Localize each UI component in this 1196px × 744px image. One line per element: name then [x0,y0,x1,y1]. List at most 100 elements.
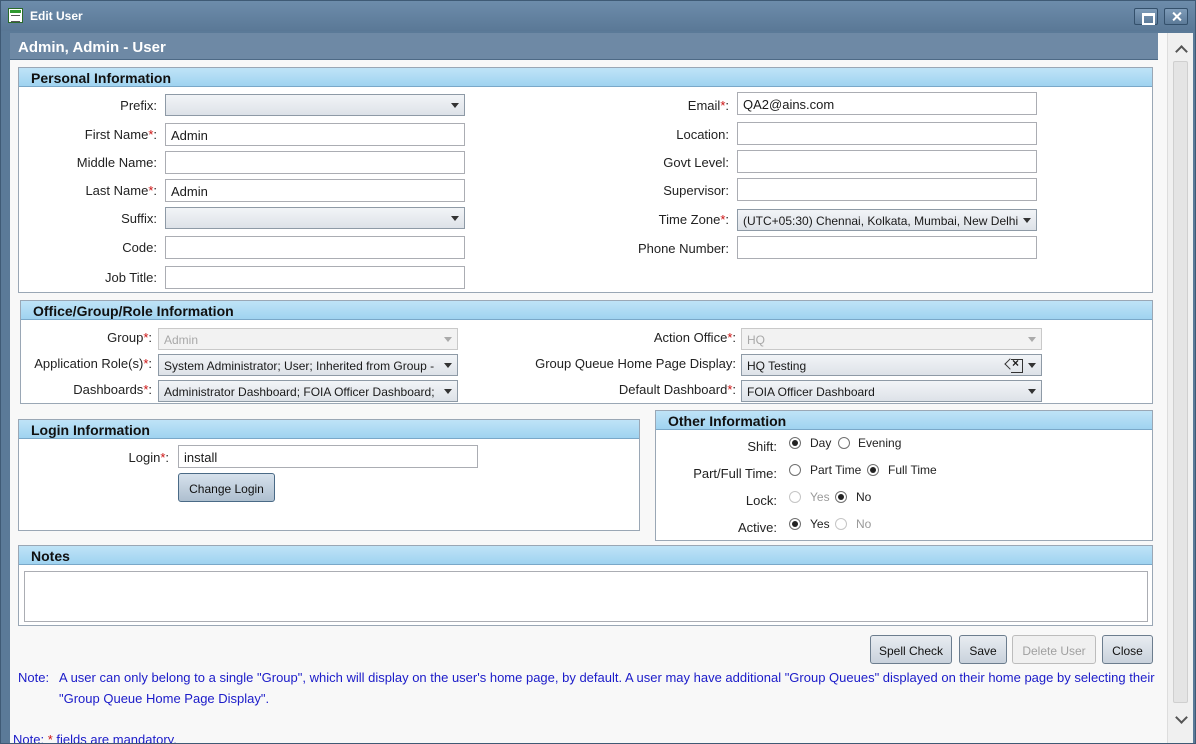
scroll-down-icon[interactable] [1175,713,1187,725]
job-title-label: Job Title: [104,270,157,285]
prefix-select[interactable] [165,94,465,116]
default-dashboard-select[interactable]: FOIA Officer Dashboard [741,380,1042,402]
dashboards-value: Administrator Dashboard; FOIA Officer Da… [164,385,435,399]
group-value: Admin [164,333,199,347]
personal-information-section: Personal Information Prefix: First Name*… [18,67,1153,293]
group-select: Admin [158,328,458,350]
clear-icon[interactable] [1004,356,1023,373]
lock-no-label: No [856,490,872,504]
chevron-down-icon [1028,363,1036,368]
section-title: Personal Information [19,68,1152,87]
edit-user-window: Edit User Admin, Admin - User Personal I… [0,0,1196,744]
action-office-select: HQ [741,328,1042,350]
chevron-down-icon [1028,337,1036,342]
supervisor-label: Supervisor: [663,183,729,198]
default-dashboard-value: FOIA Officer Dashboard [747,385,875,399]
phone-number-field[interactable] [737,236,1037,259]
chevron-down-icon [444,337,452,342]
close-window-button[interactable] [1164,8,1188,25]
group-label: Group*: [107,330,152,345]
application-roles-select[interactable]: System Administrator; User; Inherited fr… [158,354,458,376]
lock-label: Lock: [745,493,777,508]
supervisor-field[interactable] [737,178,1037,201]
login-information-section: Login Information Login*: install Change… [18,419,640,531]
shift-label: Shift: [747,439,777,454]
delete-user-button: Delete User [1012,635,1096,664]
phone-number-label: Phone Number: [637,241,729,256]
mandatory-note: Note: * fields are mandatory. [13,732,177,743]
chevron-down-icon [1023,218,1031,223]
section-title: Notes [19,546,1152,565]
first-name-field[interactable]: Admin [165,123,465,146]
window-title: Edit User [30,9,83,23]
time-zone-select[interactable]: (UTC+05:30) Chennai, Kolkata, Mumbai, Ne… [737,209,1037,231]
dashboards-select[interactable]: Administrator Dashboard; FOIA Officer Da… [158,380,458,402]
middle-name-field[interactable] [165,151,465,174]
shift-day-label: Day [810,436,832,450]
dashboards-label: Dashboards*: [73,382,152,397]
section-title: Login Information [19,420,639,439]
scroll-thumb[interactable] [1173,61,1188,703]
form-icon [8,8,23,23]
group-queue-value: HQ Testing [747,359,807,373]
email-label: Email*: [687,98,729,113]
suffix-select[interactable] [165,207,465,229]
maximize-button[interactable] [1134,8,1158,25]
change-login-button[interactable]: Change Login [178,473,275,502]
full-time-radio[interactable] [867,464,879,476]
chevron-down-icon [444,389,452,394]
page-title: Admin, Admin - User [10,33,1158,60]
group-queue-label: Group Queue Home Page Display: [535,356,736,371]
part-time-label: Part Time [810,463,862,477]
active-yes-radio[interactable] [789,518,801,530]
section-title: Office/Group/Role Information [21,301,1152,320]
application-roles-value: System Administrator; User; Inherited fr… [164,359,435,373]
code-label: Code: [122,240,157,255]
time-zone-value: (UTC+05:30) Chennai, Kolkata, Mumbai, Ne… [743,214,1019,228]
login-field[interactable]: install [178,445,478,468]
lock-yes-radio [789,491,801,503]
section-title: Other Information [656,411,1152,430]
vertical-scrollbar[interactable] [1167,33,1193,743]
chevron-down-icon [1028,389,1036,394]
group-queue-select[interactable]: HQ Testing [741,354,1042,376]
office-group-role-section: Office/Group/Role Information Group*: Ad… [20,300,1153,404]
default-dashboard-label: Default Dashboard*: [618,382,736,397]
chevron-down-icon [444,363,452,368]
application-roles-label: Application Role(s)*: [34,356,152,371]
scroll-up-icon[interactable] [1175,43,1187,55]
login-label: Login*: [128,450,170,465]
chevron-down-icon [451,103,459,108]
full-time-label: Full Time [888,463,937,477]
location-label: Location: [676,127,729,142]
shift-evening-radio[interactable] [838,437,850,449]
prefix-label: Prefix: [120,98,157,113]
active-no-label: No [856,517,872,531]
other-information-section: Other Information Shift: Day Evening Par… [655,410,1153,541]
save-button[interactable]: Save [959,635,1007,664]
code-field[interactable] [165,236,465,259]
action-office-value: HQ [747,333,765,347]
last-name-label: Last Name*: [85,183,157,198]
govt-level-label: Govt Level: [663,155,729,170]
part-full-time-label: Part/Full Time: [693,466,777,481]
active-label: Active: [737,520,777,535]
lock-no-radio[interactable] [835,491,847,503]
notes-textarea[interactable] [24,571,1148,622]
spell-check-button[interactable]: Spell Check [870,635,952,664]
shift-day-radio[interactable] [789,437,801,449]
email-field[interactable]: QA2@ains.com [737,92,1037,115]
time-zone-label: Time Zone*: [658,212,729,227]
last-name-field[interactable]: Admin [165,179,465,202]
govt-level-field[interactable] [737,150,1037,173]
suffix-label: Suffix: [121,211,157,226]
job-title-field[interactable] [165,266,465,289]
close-button[interactable]: Close [1102,635,1153,664]
part-time-radio[interactable] [789,464,801,476]
location-field[interactable] [737,122,1037,145]
title-bar[interactable]: Edit User [1,1,1195,31]
shift-evening-label: Evening [858,436,902,450]
active-yes-label: Yes [810,517,830,531]
active-no-radio [835,518,847,530]
note-body: A user can only belong to a single "Grou… [59,670,1155,706]
